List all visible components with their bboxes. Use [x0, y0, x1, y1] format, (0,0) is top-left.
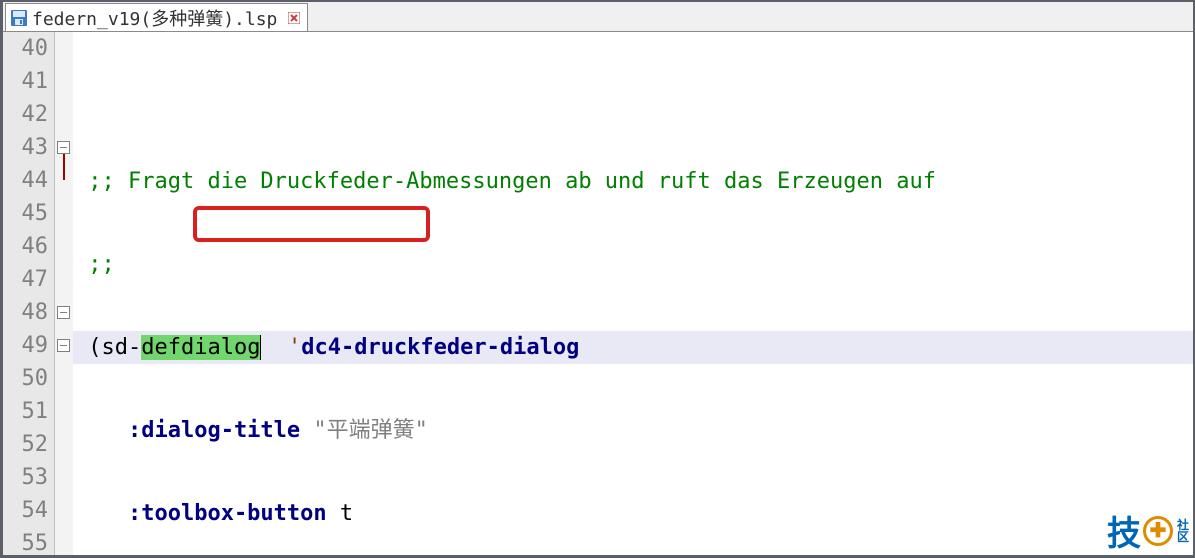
code-editor[interactable]: 40414243444546474849505152535455 ;; Frag… [3, 32, 1193, 555]
line-number: 48 [9, 296, 48, 329]
code-line [73, 82, 1193, 115]
line-number: 55 [9, 527, 48, 558]
tab-filename: federn_v19(多种弹簧).lsp [32, 5, 277, 31]
line-number: 53 [9, 461, 48, 494]
watermark-logo: 技 ✚ 社 区 [1107, 506, 1189, 555]
line-number: 52 [9, 428, 48, 461]
line-number: 47 [9, 263, 48, 296]
fold-box-icon[interactable] [57, 141, 70, 154]
code-line: :toolbox-button t [73, 497, 1193, 530]
line-number: 49 [9, 329, 48, 362]
code-line: :dialog-title "平端弹簧" [73, 414, 1193, 447]
plus-circle-icon: ✚ [1143, 516, 1173, 546]
line-number-gutter: 40414243444546474849505152535455 [3, 32, 55, 555]
code-line: (sd-defdialog 'dc4-druckfeder-dialog [73, 331, 1193, 364]
line-number: 50 [9, 362, 48, 395]
line-number: 46 [9, 230, 48, 263]
line-number: 51 [9, 395, 48, 428]
line-number: 42 [9, 98, 48, 131]
line-number: 41 [9, 65, 48, 98]
fold-box-icon[interactable] [57, 339, 70, 352]
code-area[interactable]: ;; Fragt die Druckfeder-Abmessungen ab u… [73, 32, 1193, 555]
file-tab[interactable]: federn_v19(多种弹簧).lsp [5, 3, 308, 31]
line-number: 45 [9, 197, 48, 230]
fold-box-icon[interactable] [57, 306, 70, 319]
code-line: ;; [73, 248, 1193, 281]
close-icon[interactable] [287, 11, 301, 25]
line-number: 43 [9, 131, 48, 164]
line-number: 40 [9, 32, 48, 65]
code-line: ;; Fragt die Druckfeder-Abmessungen ab u… [73, 165, 1193, 198]
line-number: 44 [9, 164, 48, 197]
disk-icon [10, 9, 28, 27]
fold-margin[interactable] [55, 32, 73, 555]
tab-bar: federn_v19(多种弹簧).lsp [3, 2, 1193, 32]
line-number: 54 [9, 494, 48, 527]
